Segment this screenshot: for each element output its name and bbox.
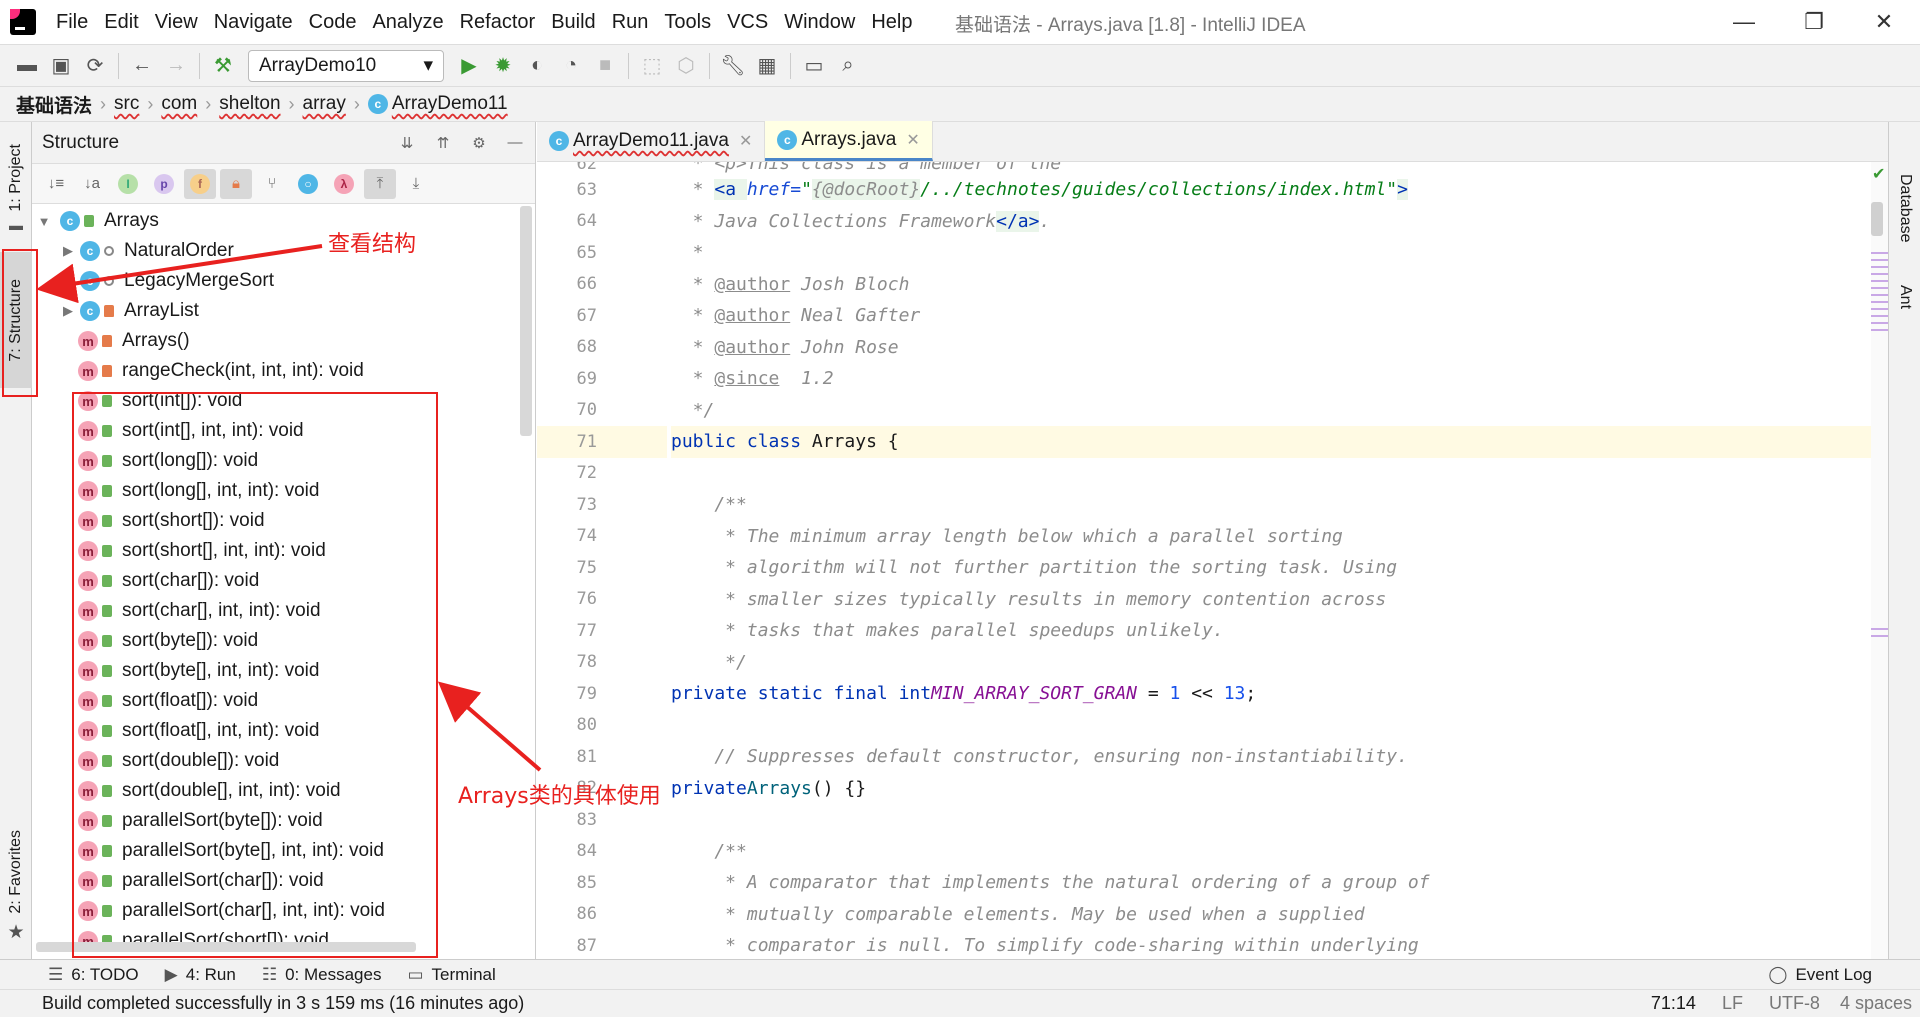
annotation-arrow-methods — [437, 681, 542, 772]
annotation-arrows — [36, 244, 542, 772]
annotation-arrow-structure — [36, 244, 323, 304]
